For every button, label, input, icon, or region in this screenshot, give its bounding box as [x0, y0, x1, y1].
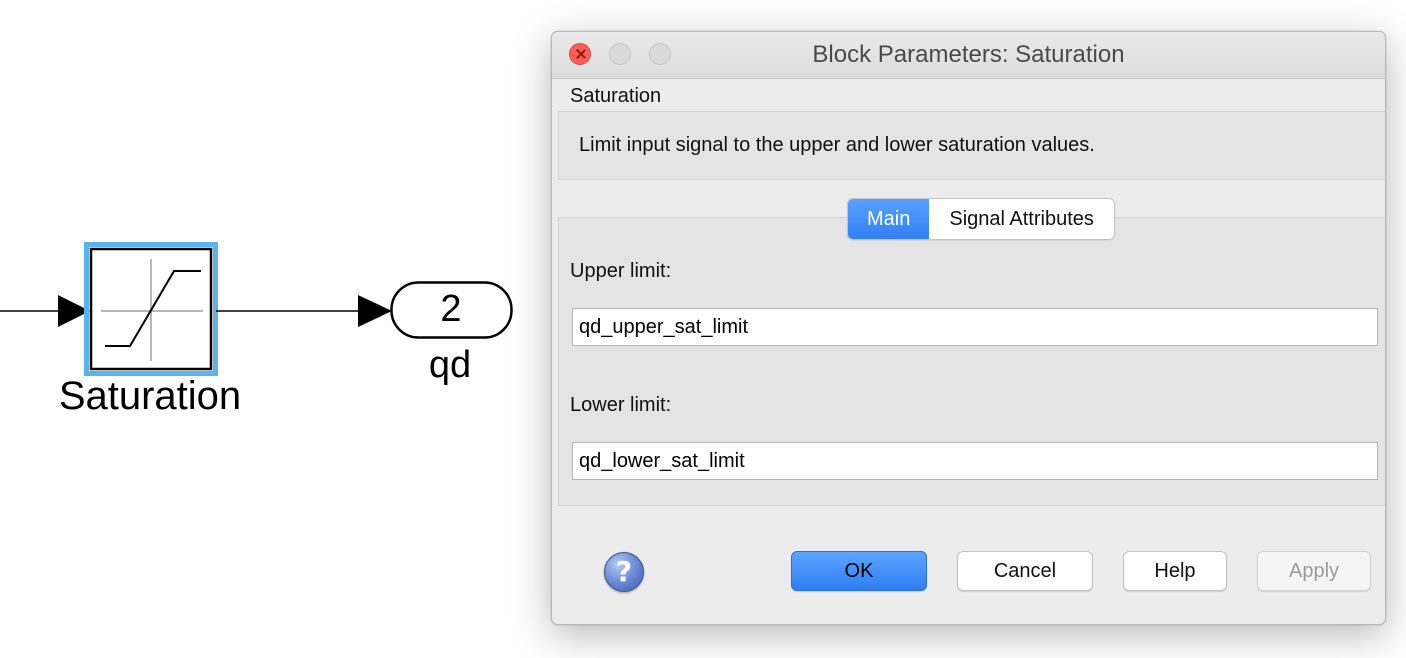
block-description: Limit input signal to the upper and lowe… [579, 134, 1095, 156]
close-window-button[interactable] [569, 43, 591, 65]
block-type-heading: Saturation [570, 85, 662, 107]
tab-main[interactable]: Main [848, 199, 930, 239]
apply-button[interactable]: Apply [1257, 551, 1371, 591]
parameter-tabs: Main Signal Attributes [847, 198, 1115, 240]
help-button[interactable]: Help [1123, 551, 1227, 591]
lower-limit-input[interactable] [572, 442, 1378, 480]
help-icon[interactable]: ? [604, 552, 644, 592]
saturation-block[interactable] [84, 242, 218, 376]
dialog-title: Block Parameters: Saturation [812, 41, 1125, 68]
minimize-window-button[interactable] [609, 43, 631, 65]
output-arrow [358, 295, 392, 327]
ok-button[interactable]: OK [791, 551, 927, 591]
upper-limit-label: Upper limit: [570, 260, 672, 282]
cancel-button[interactable]: Cancel [957, 551, 1093, 591]
zoom-window-button[interactable] [649, 43, 671, 65]
outport-number: 2 [440, 288, 462, 330]
title-bar[interactable]: Block Parameters: Saturation [552, 32, 1385, 79]
description-panel: Limit input signal to the upper and lowe… [558, 111, 1385, 180]
lower-limit-label: Lower limit: [570, 394, 672, 416]
saturation-block-label[interactable]: Saturation [40, 374, 260, 419]
upper-limit-input[interactable] [572, 308, 1378, 346]
block-parameters-dialog: Block Parameters: Saturation Saturation … [551, 31, 1386, 625]
outport-label[interactable]: qd [410, 344, 490, 387]
tab-signal-attributes[interactable]: Signal Attributes [929, 199, 1114, 239]
